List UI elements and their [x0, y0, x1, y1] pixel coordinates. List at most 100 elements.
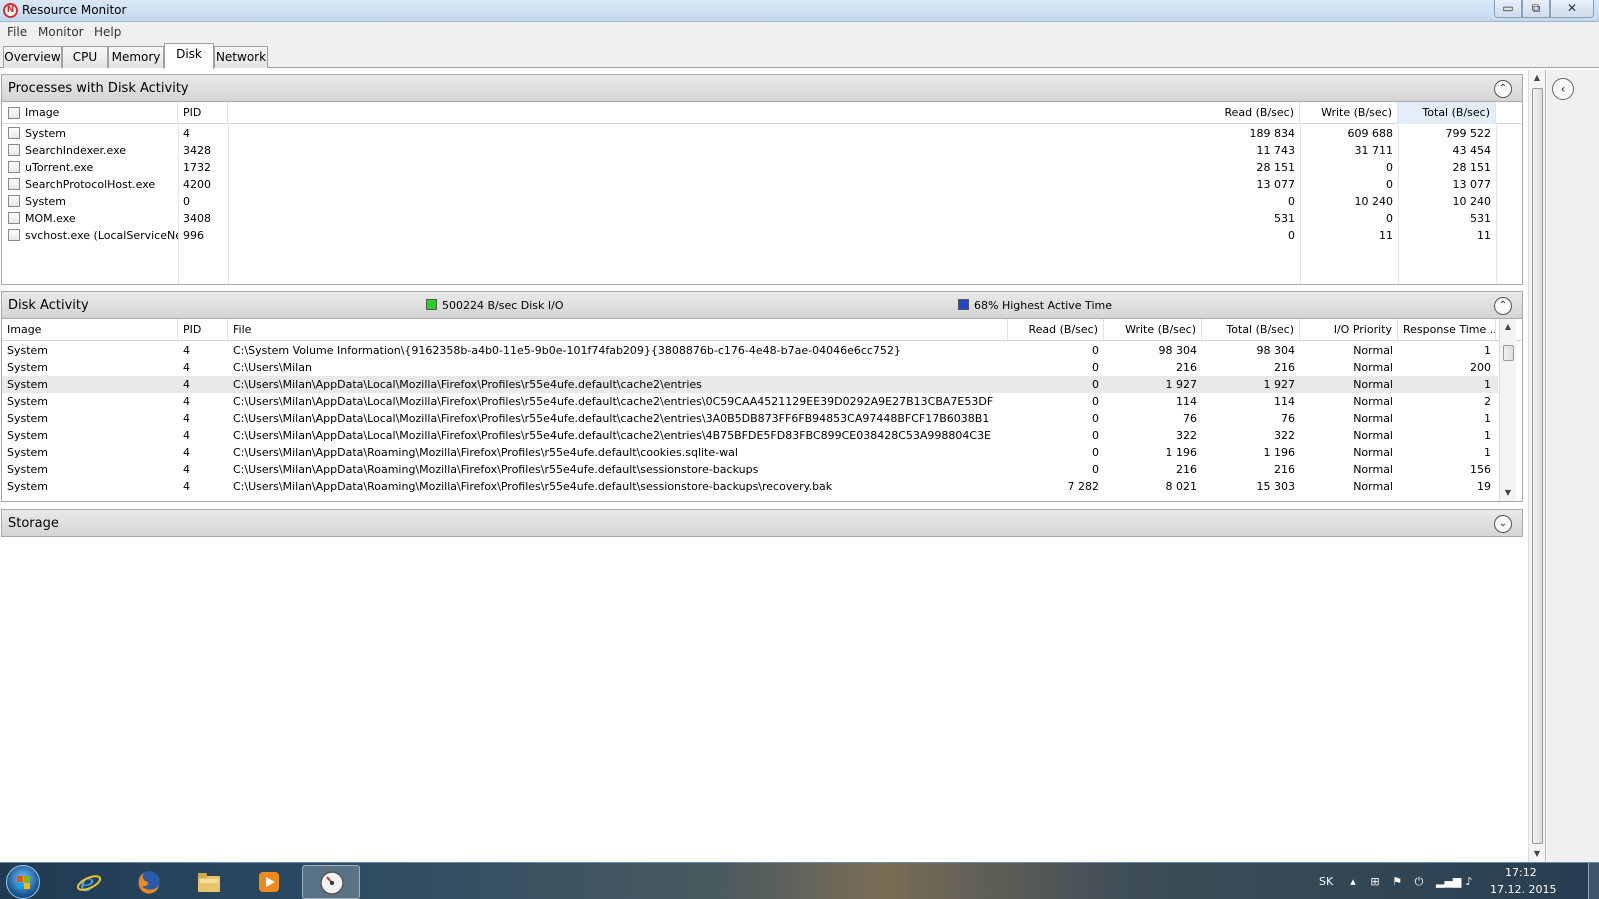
row-checkbox[interactable]: [8, 144, 20, 156]
cell-write: 216: [1176, 361, 1197, 374]
maximize-button[interactable]: ⧉: [1522, 0, 1550, 18]
power-icon[interactable]: ⏻: [1412, 876, 1426, 888]
col-image[interactable]: Image: [2, 319, 178, 341]
col-io-priority[interactable]: I/O Priority: [1300, 319, 1398, 341]
row-checkbox[interactable]: [8, 229, 20, 241]
row-checkbox[interactable]: [8, 195, 20, 207]
table-row[interactable]: System 4 C:\Users\Milan 0 216 216 Normal 200: [2, 359, 1498, 376]
table-row[interactable]: MOM.exe 3408 531 0 531: [2, 210, 1522, 227]
scroll-thumb[interactable]: [1532, 88, 1543, 844]
cell-image: System: [7, 361, 49, 374]
side-pane-toggle-button[interactable]: ‹: [1552, 78, 1574, 100]
processes-section-header[interactable]: Processes with Disk Activity ⌃: [1, 74, 1523, 102]
scroll-thumb[interactable]: [1503, 345, 1514, 361]
close-button[interactable]: ✕: [1550, 0, 1594, 18]
taskbar-media-player[interactable]: [240, 865, 298, 899]
show-hidden-icons-icon[interactable]: ▴: [1346, 876, 1360, 888]
col-image[interactable]: Image: [20, 102, 178, 124]
col-write[interactable]: Write (B/sec): [1300, 102, 1398, 124]
cell-read: 0: [1092, 446, 1099, 459]
minimize-button[interactable]: ▭: [1494, 0, 1522, 18]
action-center-icon[interactable]: ⚑: [1390, 876, 1404, 888]
scroll-up-arrow[interactable]: ▲: [1529, 70, 1545, 86]
cell-image: uTorrent.exe: [25, 161, 94, 174]
table-row[interactable]: System 4 C:\Users\Milan\AppData\Roaming\Mo…: [2, 478, 1498, 495]
row-checkbox[interactable]: [8, 161, 20, 173]
table-row[interactable]: System 4 C:\Users\Milan\AppData\Roaming\Mo…: [2, 444, 1498, 461]
row-checkbox[interactable]: [8, 127, 20, 139]
menu-file[interactable]: File: [7, 25, 27, 39]
network-signal-icon[interactable]: ▂▄▆: [1436, 876, 1461, 888]
disk-activity-scrollbar[interactable]: ▲ ▼: [1499, 319, 1516, 501]
col-file[interactable]: File: [228, 319, 1008, 341]
cell-read: 7 282: [1067, 480, 1100, 493]
col-total[interactable]: Total (B/sec): [1398, 102, 1496, 124]
window-title: Resource Monitor: [22, 3, 127, 17]
tab-memory[interactable]: Memory: [108, 46, 164, 68]
row-checkbox[interactable]: [8, 178, 20, 190]
cell-total: 799 522: [1445, 127, 1492, 140]
table-row[interactable]: System 4 C:\Users\Milan\AppData\Roaming\Mo…: [2, 461, 1498, 478]
cell-file: C:\Users\Milan\AppData\Local\Mozilla\Fir…: [233, 395, 994, 408]
table-row[interactable]: uTorrent.exe 1732 28 151 0 28 151: [2, 159, 1522, 176]
processes-table-header: Image PID Read (B/sec) Write (B/sec) Tot…: [2, 102, 1522, 124]
tab-network[interactable]: Network: [214, 46, 268, 68]
taskbar-file-explorer[interactable]: [180, 865, 238, 899]
taskbar-firefox[interactable]: [120, 865, 178, 899]
taskbar-internet-explorer[interactable]: e: [60, 865, 118, 899]
cell-file: C:\System Volume Information\{9162358b-a…: [233, 344, 901, 357]
row-checkbox[interactable]: [8, 212, 20, 224]
col-total[interactable]: Total (B/sec): [1202, 319, 1300, 341]
col-write[interactable]: Write (B/sec): [1104, 319, 1202, 341]
cell-file: C:\Users\Milan\AppData\Local\Mozilla\Fir…: [233, 378, 702, 391]
cell-pid: 4200: [183, 178, 211, 191]
table-row[interactable]: System 4 C:\Users\Milan\AppData\Local\Mozi…: [2, 393, 1498, 410]
cell-io-priority: Normal: [1353, 446, 1393, 459]
cell-image: System: [7, 344, 49, 357]
tab-cpu[interactable]: CPU: [62, 46, 108, 68]
col-read[interactable]: Read (B/sec): [1198, 102, 1300, 124]
menu-monitor[interactable]: Monitor: [38, 25, 84, 39]
expand-storage-button[interactable]: ⌄: [1494, 515, 1512, 533]
cell-write: 609 688: [1347, 127, 1394, 140]
main-scrollbar[interactable]: ▲ ▼: [1528, 70, 1545, 862]
scroll-up-arrow[interactable]: ▲: [1500, 319, 1516, 335]
cell-file: C:\Users\Milan\AppData\Roaming\Mozilla\F…: [233, 480, 833, 493]
table-row[interactable]: System 4 C:\Users\Milan\AppData\Local\Mozi…: [2, 410, 1498, 427]
language-indicator[interactable]: SK: [1319, 875, 1333, 888]
start-button[interactable]: [6, 865, 40, 899]
table-row[interactable]: System 0 0 10 240 10 240: [2, 193, 1522, 210]
collapse-disk-activity-button[interactable]: ⌃: [1494, 297, 1512, 315]
select-all-checkbox[interactable]: [8, 107, 20, 119]
clock-date[interactable]: 17.12. 2015: [1490, 883, 1556, 896]
table-row[interactable]: SearchIndexer.exe 3428 11 743 31 711 43 454: [2, 142, 1522, 159]
menu-help[interactable]: Help: [94, 25, 121, 39]
tab-overview[interactable]: Overview: [3, 46, 62, 68]
collapse-processes-button[interactable]: ⌃: [1494, 80, 1512, 98]
table-row[interactable]: System 4 C:\Users\Milan\AppData\Local\Mozi…: [2, 376, 1498, 393]
table-row[interactable]: System 4 C:\Users\Milan\AppData\Local\Mozi…: [2, 427, 1498, 444]
col-pid[interactable]: PID: [178, 319, 228, 341]
scroll-down-arrow[interactable]: ▼: [1529, 846, 1545, 862]
storage-section-header[interactable]: Storage ⌄: [1, 509, 1523, 537]
col-read[interactable]: Read (B/sec): [1008, 319, 1104, 341]
show-desktop-button[interactable]: [1588, 863, 1599, 899]
disk-activity-section-header[interactable]: Disk Activity 500224 B/sec Disk I/O 68% …: [1, 291, 1523, 319]
table-row[interactable]: System 4 189 834 609 688 799 522: [2, 125, 1522, 142]
cell-read: 28 151: [1256, 161, 1296, 174]
volume-icon[interactable]: ♪: [1462, 876, 1476, 888]
cell-write: 1 196: [1165, 446, 1198, 459]
table-row[interactable]: System 4 C:\System Volume Information\{916…: [2, 342, 1498, 359]
table-row[interactable]: svchost.exe (LocalServiceNet... 996 0 11 11: [2, 227, 1522, 244]
windows-logo-icon: [17, 876, 30, 889]
tab-disk[interactable]: Disk: [164, 43, 214, 69]
clock-time[interactable]: 17:12: [1505, 866, 1537, 879]
cell-io-priority: Normal: [1353, 463, 1393, 476]
col-response-time[interactable]: Response Time ...: [1398, 319, 1496, 341]
col-pid[interactable]: PID: [178, 102, 228, 124]
scroll-down-arrow[interactable]: ▼: [1500, 485, 1516, 501]
taskbar-resource-monitor[interactable]: [302, 865, 360, 899]
windows-flag-icon[interactable]: ⊞: [1368, 876, 1382, 888]
cell-pid: 0: [183, 195, 190, 208]
table-row[interactable]: SearchProtocolHost.exe 4200 13 077 0 13 077: [2, 176, 1522, 193]
